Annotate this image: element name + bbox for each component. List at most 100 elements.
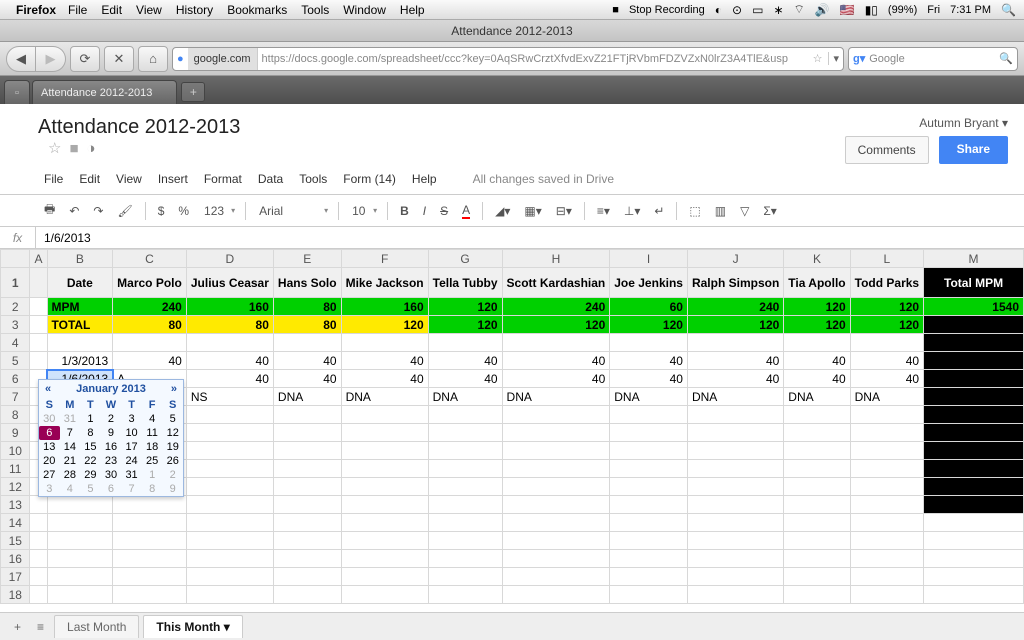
dp-day[interactable]: 25 <box>142 454 163 468</box>
cell[interactable]: B <box>47 250 113 268</box>
fx-icon[interactable]: fx <box>0 227 36 249</box>
cell[interactable] <box>924 586 1024 604</box>
cell[interactable]: 2 <box>1 298 30 316</box>
cell[interactable]: 80 <box>273 316 341 334</box>
cell[interactable]: 40 <box>850 352 923 370</box>
cell[interactable] <box>273 460 341 478</box>
cell[interactable]: 40 <box>186 370 273 388</box>
cell[interactable]: 40 <box>273 352 341 370</box>
cell[interactable] <box>341 532 428 550</box>
cell[interactable] <box>341 478 428 496</box>
strike-button[interactable]: S <box>434 201 454 221</box>
cell[interactable] <box>784 550 850 568</box>
functions-button[interactable]: Σ▾ <box>757 201 782 221</box>
cell[interactable] <box>850 460 923 478</box>
cell[interactable] <box>30 496 47 514</box>
new-tab-button[interactable]: + <box>181 82 205 102</box>
cell[interactable] <box>924 370 1024 388</box>
date-picker[interactable]: «January 2013»SMTWTFS3031123456789101112… <box>38 379 184 497</box>
cell[interactable] <box>113 586 187 604</box>
valign-button[interactable]: ⊥▾ <box>618 201 646 221</box>
dp-day[interactable]: 23 <box>101 454 122 468</box>
cell[interactable] <box>850 586 923 604</box>
cell[interactable] <box>186 442 273 460</box>
mac-menu-history[interactable]: History <box>176 3 213 17</box>
cell[interactable] <box>687 586 783 604</box>
clock-time[interactable]: 7:31 PM <box>950 4 991 16</box>
paint-format-button[interactable]: 🖌 <box>111 201 138 221</box>
cell[interactable]: J <box>687 250 783 268</box>
cell[interactable]: 40 <box>687 352 783 370</box>
borders-button[interactable]: ▦▾ <box>518 201 547 221</box>
cell[interactable] <box>784 532 850 550</box>
cell[interactable] <box>610 550 688 568</box>
dp-day[interactable]: 11 <box>142 426 163 440</box>
cell[interactable]: 240 <box>687 298 783 316</box>
mac-menu-edit[interactable]: Edit <box>101 3 122 17</box>
cell[interactable]: DNA <box>850 388 923 406</box>
cell[interactable]: Hans Solo <box>273 268 341 298</box>
battery-icon[interactable]: ▮▯ <box>865 3 878 17</box>
redo-button[interactable]: ↷ <box>87 201 109 221</box>
cell[interactable] <box>186 334 273 352</box>
cell[interactable]: M <box>924 250 1024 268</box>
site-identity-icon[interactable]: ● <box>173 53 188 65</box>
cell[interactable] <box>47 514 113 532</box>
cell[interactable] <box>428 334 502 352</box>
cell[interactable]: Julius Ceasar <box>186 268 273 298</box>
stop-recording-icon[interactable]: ■ <box>612 4 619 16</box>
cell[interactable]: 15 <box>1 532 30 550</box>
dp-day[interactable]: 7 <box>121 482 142 496</box>
cell[interactable] <box>610 478 688 496</box>
cell[interactable] <box>610 496 688 514</box>
cell[interactable] <box>186 568 273 586</box>
dp-day[interactable]: 1 <box>80 412 101 426</box>
cell[interactable]: 240 <box>113 298 187 316</box>
cell[interactable]: I <box>610 250 688 268</box>
cell[interactable] <box>924 334 1024 352</box>
cell[interactable] <box>687 424 783 442</box>
cell[interactable] <box>273 586 341 604</box>
insert-chart-button[interactable]: ▥ <box>709 201 732 221</box>
url-dropdown-icon[interactable]: ▾ <box>828 52 843 65</box>
cell[interactable]: NS <box>186 388 273 406</box>
cell[interactable]: 80 <box>186 316 273 334</box>
cell[interactable] <box>610 586 688 604</box>
folder-icon[interactable]: ■ <box>69 140 78 157</box>
cell[interactable] <box>924 550 1024 568</box>
dp-day[interactable]: 13 <box>39 440 60 454</box>
cell[interactable] <box>341 334 428 352</box>
cell[interactable] <box>924 460 1024 478</box>
cell[interactable]: DNA <box>502 388 610 406</box>
dp-day[interactable]: 3 <box>39 482 60 496</box>
cell[interactable] <box>784 568 850 586</box>
cell[interactable]: 160 <box>341 298 428 316</box>
dp-day[interactable]: 30 <box>101 468 122 482</box>
browser-tab[interactable]: Attendance 2012-2013 <box>32 80 177 104</box>
cell[interactable]: MPM <box>47 298 113 316</box>
cell[interactable]: 12 <box>1 478 30 496</box>
cell[interactable] <box>784 514 850 532</box>
cell[interactable] <box>341 442 428 460</box>
cell[interactable] <box>502 334 610 352</box>
undo-button[interactable]: ↶ <box>63 201 85 221</box>
spotlight-icon[interactable]: 🔍 <box>1001 3 1016 17</box>
cell[interactable] <box>113 532 187 550</box>
cell[interactable]: 40 <box>273 370 341 388</box>
cell[interactable] <box>784 424 850 442</box>
cell[interactable] <box>428 532 502 550</box>
cell[interactable] <box>428 568 502 586</box>
cell[interactable] <box>850 550 923 568</box>
cell[interactable]: DNA <box>784 388 850 406</box>
cell[interactable] <box>924 352 1024 370</box>
cell[interactable] <box>47 586 113 604</box>
cell[interactable]: 120 <box>610 316 688 334</box>
cell[interactable]: 60 <box>610 298 688 316</box>
cell[interactable] <box>428 514 502 532</box>
cell[interactable] <box>341 514 428 532</box>
cell[interactable]: D <box>186 250 273 268</box>
cell[interactable]: L <box>850 250 923 268</box>
cell[interactable]: 120 <box>850 298 923 316</box>
dp-day[interactable]: 5 <box>162 412 183 426</box>
cell[interactable]: 18 <box>1 586 30 604</box>
